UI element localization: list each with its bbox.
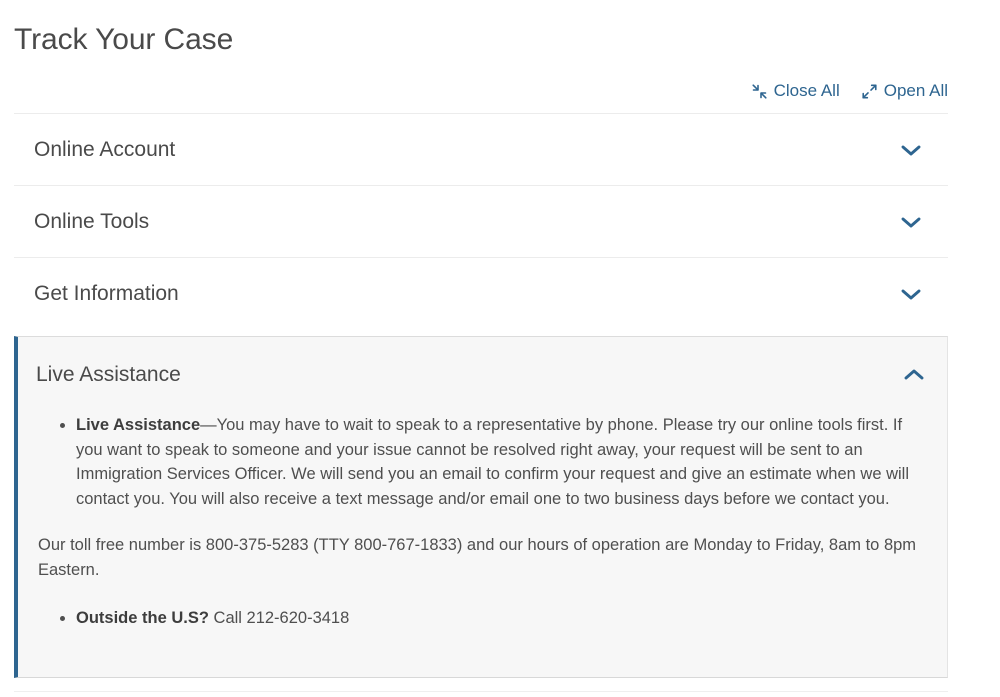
accordion-title-get-information: Get Information	[34, 281, 179, 305]
accordion-header-live-assistance[interactable]: Live Assistance	[18, 337, 947, 413]
toggle-all-controls: Close All Open All	[14, 76, 948, 106]
accordion-title-online-account: Online Account	[34, 137, 176, 161]
accordion-item-live-assistance: Live Assistance Live Assistance—You may …	[14, 336, 948, 678]
chevron-up-icon[interactable]	[903, 368, 925, 382]
close-all-label: Close All	[773, 81, 840, 100]
chevron-down-icon[interactable]	[900, 215, 922, 229]
accordion-header-online-account[interactable]: Online Account	[14, 114, 948, 185]
list-item: Outside the U.S? Call 212-620-3418	[76, 606, 923, 631]
open-all-label: Open All	[883, 81, 948, 100]
chevron-down-icon[interactable]	[900, 287, 922, 301]
collapse-arrows-icon	[752, 83, 767, 99]
accordion-panel-live-assistance: Live Assistance—You may have to wait to …	[18, 413, 947, 677]
accordion-header-get-information[interactable]: Get Information	[14, 258, 948, 329]
toll-free-paragraph: Our toll free number is 800-375-5283 (TT…	[38, 536, 917, 579]
accordion-item-get-information: Get Information	[14, 257, 948, 329]
open-all-button[interactable]: Open All	[862, 81, 948, 101]
case-tracking-accordion: Online Account Online Tools Get Informat…	[14, 113, 948, 678]
expand-arrows-icon	[862, 84, 877, 99]
bullet-text-live-assistance: —You may have to wait to speak to a repr…	[76, 416, 910, 508]
accordion-header-online-tools[interactable]: Online Tools	[14, 186, 948, 257]
accordion-title-live-assistance: Live Assistance	[36, 363, 181, 386]
bullet-lead-live-assistance: Live Assistance	[76, 416, 201, 434]
accordion-item-online-tools: Online Tools	[14, 185, 948, 257]
bullet-text-outside-us: Call 212-620-3418	[208, 609, 350, 627]
outside-us-bullet-list: Outside the U.S? Call 212-620-3418	[38, 606, 923, 631]
list-item: Live Assistance—You may have to wait to …	[76, 413, 923, 511]
page-bottom-divider	[14, 691, 948, 692]
bullet-lead-outside-us: Outside the U.S?	[76, 609, 209, 627]
chevron-down-icon[interactable]	[900, 143, 922, 157]
live-assistance-bullet-list: Live Assistance—You may have to wait to …	[38, 413, 923, 511]
close-all-button[interactable]: Close All	[752, 81, 840, 101]
accordion-title-online-tools: Online Tools	[34, 209, 150, 233]
page-title: Track Your Case	[14, 23, 234, 56]
accordion-item-online-account: Online Account	[14, 113, 948, 185]
track-your-case-page: Track Your Case Close All Open All Onlin…	[0, 0, 1000, 697]
